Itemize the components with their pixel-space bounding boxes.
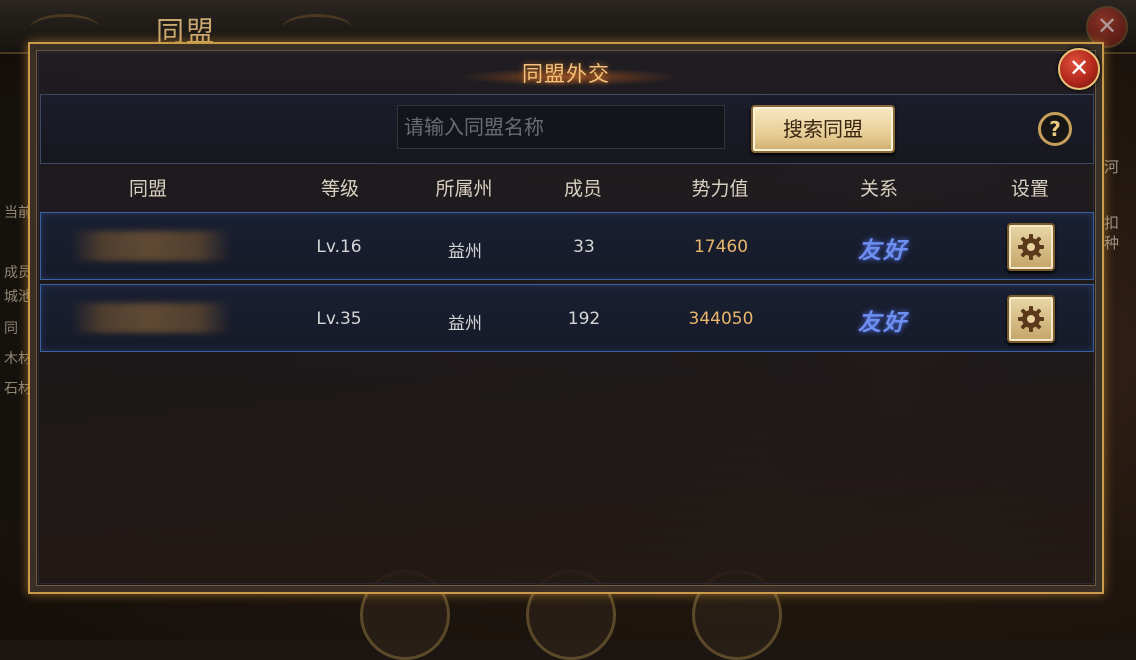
table-row[interactable]: Lv.16 益州 33 17460 友好 (40, 212, 1094, 280)
background-left-panel (0, 100, 31, 520)
settings-button[interactable] (1007, 223, 1055, 271)
alliance-level: Lv.16 (316, 237, 362, 257)
table-header: 同盟 等级 所属州 成员 势力值 关系 设置 (30, 174, 1106, 204)
alliance-members: 192 (567, 309, 601, 329)
alliance-power: 344050 (688, 309, 754, 329)
column-header-members: 成员 (563, 178, 603, 200)
question-icon: ? (1049, 117, 1061, 141)
gear-icon (1018, 306, 1044, 332)
background-label: 同 (4, 321, 18, 337)
alliance-search-input[interactable] (397, 105, 725, 149)
close-button[interactable]: ✕ (1058, 48, 1100, 90)
background-label: 河 (1104, 158, 1120, 176)
relation-status: 友好 (858, 310, 908, 336)
gear-icon (1018, 234, 1044, 260)
alliance-level: Lv.35 (316, 309, 362, 329)
help-button[interactable]: ? (1038, 112, 1072, 146)
dialog-title: 同盟外交 (522, 62, 610, 86)
column-header-settings: 设置 (1010, 178, 1050, 200)
background-label: 种 (1104, 234, 1120, 252)
column-header-level: 等级 (320, 178, 360, 200)
table-row[interactable]: Lv.35 益州 192 344050 友好 (40, 284, 1094, 352)
background-label: 扣 (1104, 214, 1120, 232)
column-header-relation: 关系 (859, 178, 899, 200)
settings-button[interactable] (1007, 295, 1055, 343)
column-header-power: 势力值 (691, 178, 749, 200)
alliance-name-redacted (71, 303, 231, 333)
alliance-power: 17460 (693, 237, 749, 257)
alliance-diplomacy-dialog: 同盟外交 ✕ 搜索同盟 ? 同盟 等级 所属州 成员 势力值 关系 设置 Lv.… (28, 42, 1104, 594)
search-alliance-button[interactable]: 搜索同盟 (751, 105, 895, 153)
close-icon: ✕ (1068, 54, 1090, 82)
alliance-name-redacted (71, 231, 231, 261)
alliance-state: 益州 (448, 242, 482, 262)
column-header-alliance: 同盟 (128, 178, 168, 200)
alliance-members: 33 (573, 237, 595, 257)
dragon-ornament-icon (282, 14, 352, 43)
dragon-ornament-icon (30, 14, 100, 43)
relation-status: 友好 (858, 238, 908, 264)
search-bar: 搜索同盟 ? (40, 94, 1094, 164)
alliance-state: 益州 (448, 314, 482, 334)
column-header-state: 所属州 (435, 178, 493, 200)
